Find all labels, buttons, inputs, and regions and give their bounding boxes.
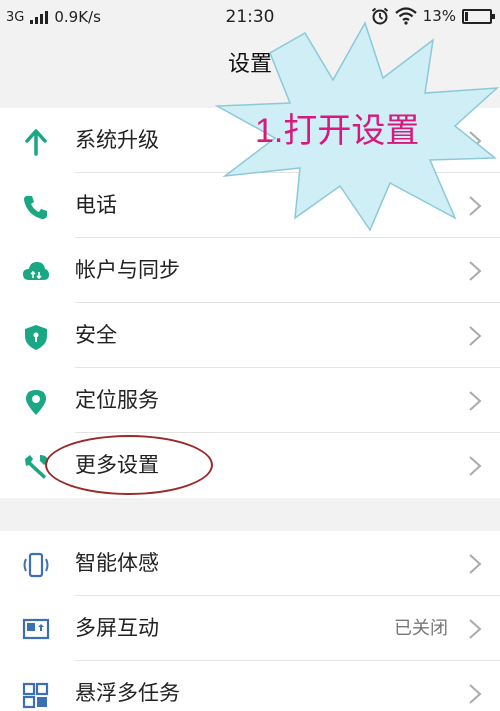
location-pin-icon [26, 390, 46, 415]
settings-item-label: 电话 [75, 193, 117, 217]
settings-item-accounts-sync[interactable]: 帐户与同步 [0, 238, 500, 303]
chevron-right-icon [469, 326, 482, 346]
settings-item-label: 多屏互动 [75, 616, 159, 640]
shield-icon [25, 325, 47, 350]
chevron-right-icon [469, 391, 482, 411]
chevron-right-icon [469, 554, 482, 574]
cloud-sync-icon [23, 262, 49, 280]
chevron-right-icon [469, 684, 482, 704]
arrow-up-icon [25, 129, 47, 156]
chevron-right-icon [469, 456, 482, 476]
annotation-text: 1.打开设置 [255, 112, 420, 150]
status-value: 已关闭 [394, 618, 448, 639]
settings-item-floating-multitask[interactable]: 悬浮多任务 [0, 661, 500, 711]
chevron-right-icon [469, 619, 482, 639]
settings-item-label: 智能体感 [75, 551, 159, 575]
settings-item-label: 系统升级 [75, 128, 159, 152]
settings-item-label: 安全 [75, 323, 117, 347]
settings-item-location[interactable]: 定位服务 [0, 368, 500, 433]
settings-item-security[interactable]: 安全 [0, 303, 500, 368]
phone-motion-icon [23, 552, 49, 578]
screen-cast-icon [22, 618, 50, 640]
phone-icon [24, 196, 47, 219]
settings-item-label: 帐户与同步 [75, 258, 180, 282]
settings-item-smart-motion[interactable]: 智能体感 [0, 531, 500, 596]
settings-item-label: 定位服务 [75, 388, 159, 412]
settings-group-2: 智能体感 多屏互动 已关闭 悬浮多任务 [0, 531, 500, 711]
annotation-highlight-oval [45, 435, 213, 495]
settings-item-multi-screen[interactable]: 多屏互动 已关闭 [0, 596, 500, 661]
floating-window-icon [22, 682, 49, 709]
settings-item-label: 悬浮多任务 [75, 681, 180, 705]
chevron-right-icon [469, 261, 482, 281]
